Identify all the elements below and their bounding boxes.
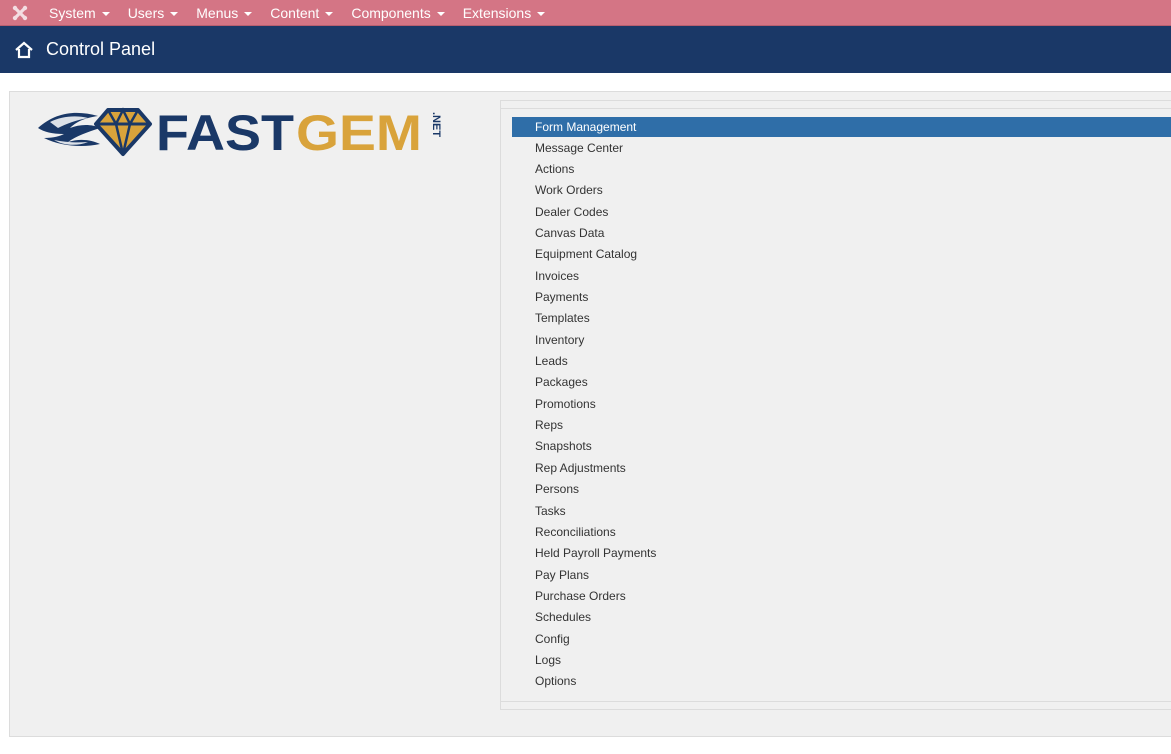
menu-item-payments[interactable]: Payments <box>512 286 1171 307</box>
caret-down-icon <box>436 11 445 16</box>
menu-item-reconciliations[interactable]: Reconciliations <box>512 521 1171 542</box>
menu-item-held-payroll-payments[interactable]: Held Payroll Payments <box>512 543 1171 564</box>
menu-item-config[interactable]: Config <box>512 628 1171 649</box>
menu-item-canvas-data[interactable]: Canvas Data <box>512 222 1171 243</box>
top-menu: System Users Menus Content Components Ex… <box>40 0 554 26</box>
menu-item-packages[interactable]: Packages <box>512 372 1171 393</box>
menu-components-label: Components <box>351 4 431 21</box>
page-header: Control Panel <box>0 26 1171 73</box>
menu-menus[interactable]: Menus <box>187 0 261 26</box>
menu-item-message-center[interactable]: Message Center <box>512 137 1171 158</box>
menu-item-schedules[interactable]: Schedules <box>512 607 1171 628</box>
menu-extensions-label: Extensions <box>462 4 532 21</box>
menu-item-dealer-codes[interactable]: Dealer Codes <box>512 201 1171 222</box>
menu-item-snapshots[interactable]: Snapshots <box>512 436 1171 457</box>
caret-down-icon <box>537 11 546 16</box>
menu-extensions[interactable]: Extensions <box>454 0 554 26</box>
menu-item-inventory[interactable]: Inventory <box>512 329 1171 350</box>
menu-item-leads[interactable]: Leads <box>512 350 1171 371</box>
menu-item-rep-adjustments[interactable]: Rep Adjustments <box>512 457 1171 478</box>
menu-content[interactable]: Content <box>261 0 342 26</box>
menu-item-templates[interactable]: Templates <box>512 308 1171 329</box>
menu-item-invoices[interactable]: Invoices <box>512 265 1171 286</box>
caret-down-icon <box>101 11 110 16</box>
main-panel: FAST GEM .NET Form Management Message Cen… <box>9 91 1171 737</box>
page-title: Control Panel <box>46 39 156 59</box>
menu-item-form-management[interactable]: Form Management <box>512 117 1171 137</box>
menu-item-logs[interactable]: Logs <box>512 649 1171 670</box>
menu-item-promotions[interactable]: Promotions <box>512 393 1171 414</box>
menu-menus-label: Menus <box>196 4 239 21</box>
menu-item-reps[interactable]: Reps <box>512 414 1171 435</box>
menu-item-persons[interactable]: Persons <box>512 479 1171 500</box>
menu-system[interactable]: System <box>40 0 119 26</box>
menu-item-work-orders[interactable]: Work Orders <box>512 180 1171 201</box>
caret-down-icon <box>244 11 253 16</box>
divider <box>501 108 1171 109</box>
logo-text-gem: GEM <box>296 105 422 160</box>
component-menu-list: Form Management Message Center Actions Work… <box>512 117 1171 692</box>
joomla-icon[interactable] <box>0 0 40 26</box>
menu-components[interactable]: Components <box>342 0 453 26</box>
fastgem-logo: FAST GEM .NET <box>36 102 442 161</box>
menu-item-options[interactable]: Options <box>512 671 1171 692</box>
component-menu-panel: Form Management Message Center Actions Work… <box>500 100 1171 710</box>
divider <box>501 701 1171 702</box>
menu-content-label: Content <box>270 4 320 21</box>
home-icon <box>14 40 34 60</box>
caret-down-icon <box>325 11 334 16</box>
logo-text-net: .NET <box>430 112 441 137</box>
menu-item-equipment-catalog[interactable]: Equipment Catalog <box>512 244 1171 265</box>
menu-users[interactable]: Users <box>119 0 188 26</box>
menu-item-purchase-orders[interactable]: Purchase Orders <box>512 585 1171 606</box>
menu-system-label: System <box>49 4 96 21</box>
top-navbar: System Users Menus Content Components Ex… <box>0 0 1171 26</box>
logo-text-fast: FAST <box>156 105 294 160</box>
menu-users-label: Users <box>127 4 165 21</box>
menu-item-tasks[interactable]: Tasks <box>512 500 1171 521</box>
menu-item-actions[interactable]: Actions <box>512 158 1171 179</box>
caret-down-icon <box>170 11 179 16</box>
menu-item-pay-plans[interactable]: Pay Plans <box>512 564 1171 585</box>
